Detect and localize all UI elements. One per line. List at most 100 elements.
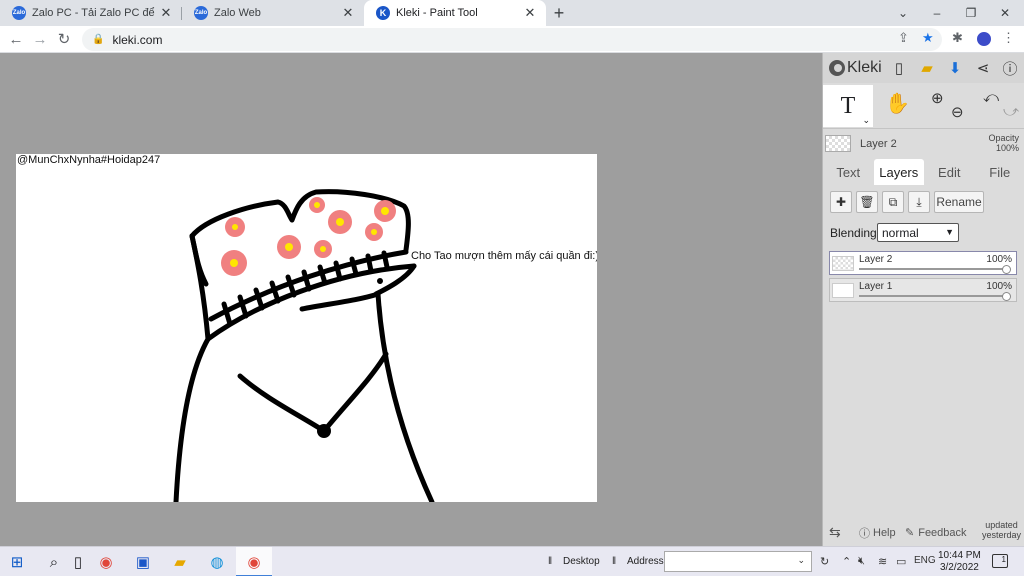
clock-date: 3/2/2022 [939, 562, 979, 573]
drawing-canvas[interactable]: @MunChxNynha#Hoidap247 Cho Tao mượn thêm… [16, 154, 597, 502]
task-view-icon[interactable]: ▯ [67, 551, 89, 573]
bookmark-star-icon[interactable]: ★ [922, 30, 934, 46]
layer-opacity-slider[interactable] [859, 268, 1007, 270]
new-image-icon[interactable]: ▯ [889, 58, 909, 78]
delete-layer-button[interactable]: 🗑 [856, 191, 878, 213]
help-button[interactable]: ⓘ Help [859, 525, 896, 541]
open-folder-icon[interactable]: ▰ [917, 58, 937, 78]
help-label: Help [873, 526, 896, 539]
share-icon[interactable]: ⋖ [973, 58, 993, 78]
layer-row-2[interactable]: Layer 2 100% [829, 251, 1017, 275]
feedback-label: Feedback [918, 526, 967, 539]
close-icon[interactable]: ✕ [158, 5, 174, 21]
tab-kleki[interactable]: K Kleki - Paint Tool ✕ [364, 0, 546, 26]
extensions-icon[interactable]: ✱ [952, 30, 963, 46]
layer-opacity: 100% [986, 254, 1012, 265]
zalo-favicon-icon: Zalo [12, 6, 26, 20]
clock[interactable]: 10:44 PM 3/2/2022 [938, 550, 981, 574]
address-bar[interactable]: 🔒 kleki.com [82, 28, 942, 51]
language-indicator[interactable]: ENG [914, 555, 936, 566]
feedback-icon: ✎ [905, 527, 915, 539]
forward-arrow-icon[interactable]: → [29, 28, 51, 50]
close-icon[interactable]: ✕ [522, 5, 538, 21]
rename-button[interactable]: Rename [934, 191, 984, 213]
close-icon[interactable]: ✕ [340, 5, 356, 21]
duplicate-layer-button[interactable]: ⧉ [882, 191, 904, 213]
layer-opacity: 100% [986, 281, 1012, 292]
tab-text[interactable]: Text [823, 159, 874, 185]
undo-icon[interactable]: ⤺ [983, 89, 999, 106]
tab-zalo-web[interactable]: Zalo Zalo Web ✕ [182, 0, 364, 26]
windows-taskbar: ⊞ ⌕ ▯ ◉ ▣ ▰ ◍ ◉ ‖ Desktop ‖ Address ⌄ ↻ … [0, 546, 1024, 576]
blending-select[interactable]: normal ▼ [877, 223, 959, 242]
notification-icon[interactable]: 1 [992, 554, 1008, 568]
share-icon[interactable]: ⇪ [898, 30, 909, 46]
text-tool-glyph: T [840, 92, 856, 119]
blending-value: normal [882, 225, 919, 240]
text-tool-button[interactable]: T ⌄ [823, 85, 873, 127]
battery-icon[interactable]: ▭ [896, 555, 906, 568]
merge-layer-button[interactable]: ⤓ [908, 191, 930, 213]
hand-tool-icon[interactable]: ✋ [885, 91, 910, 116]
slider-handle[interactable] [1002, 292, 1011, 301]
zoom-in-icon[interactable]: ⊕ [931, 89, 944, 107]
kleki-favicon-icon: K [376, 6, 390, 20]
edge-icon[interactable]: ◍ [206, 551, 228, 573]
layer-row-1[interactable]: Layer 1 100% [829, 278, 1017, 302]
chrome-icon[interactable]: ◉ [95, 551, 117, 573]
layer-opacity-slider[interactable] [859, 295, 1007, 297]
volume-muted-icon[interactable]: 🔇︎ [858, 555, 865, 568]
kleki-logo[interactable]: Kleki [829, 59, 882, 77]
watermark-text: @MunChxNynha#Hoidap247 [17, 154, 161, 166]
search-icon[interactable]: ⌕ [43, 551, 65, 573]
feedback-button[interactable]: ✎ Feedback [905, 526, 967, 540]
current-layer-opacity: Opacity 100% [988, 133, 1019, 153]
canvas-workspace[interactable]: @MunChxNynha#Hoidap247 Cho Tao mượn thêm… [0, 53, 822, 546]
layer-thumbnail [832, 256, 854, 271]
tab-zalo-pc[interactable]: Zalo Zalo PC - Tải Zalo PC để làm việc ✕ [0, 0, 182, 26]
layer-name: Layer 2 [859, 254, 893, 265]
tab-edit[interactable]: Edit [924, 159, 975, 185]
kleki-logo-icon [829, 60, 845, 76]
taskbar-address-input[interactable]: ⌄ [664, 551, 812, 572]
swap-sides-icon[interactable]: ⇆ [829, 524, 841, 541]
chevron-up-icon[interactable]: ⌃ [842, 555, 851, 568]
slider-handle[interactable] [1002, 265, 1011, 274]
add-layer-button[interactable]: ✚ [830, 191, 852, 213]
store-icon[interactable]: ▣ [132, 551, 154, 573]
redo-icon[interactable]: ⤻ [1003, 103, 1019, 120]
file-explorer-icon[interactable]: ▰ [169, 551, 191, 573]
url-text: kleki.com [112, 32, 163, 47]
reload-icon[interactable]: ↻ [53, 28, 75, 50]
current-layer-name: Layer 2 [860, 138, 897, 150]
opacity-label: Opacity [988, 133, 1019, 143]
tab-search-button[interactable]: ⌄ [886, 0, 920, 26]
chevron-down-icon[interactable]: ⌄ [797, 555, 805, 566]
help-icon[interactable]: ⓘ [1000, 58, 1020, 78]
wifi-icon[interactable]: ≋ [878, 555, 887, 568]
back-arrow-icon[interactable]: ← [5, 28, 27, 50]
opacity-value: 100% [995, 143, 1019, 153]
tab-layers[interactable]: Layers [873, 159, 924, 185]
minimize-button[interactable]: – [920, 0, 954, 26]
updated-line: updated [985, 520, 1018, 530]
browser-tab-strip: Zalo Zalo PC - Tải Zalo PC để làm việc ✕… [0, 0, 1024, 26]
current-layer-header: Layer 2 Opacity 100% [823, 130, 1024, 158]
chevron-down-icon: ▼ [945, 227, 954, 237]
refresh-icon[interactable]: ↻ [820, 555, 829, 568]
zoom-out-icon[interactable]: ⊖ [951, 103, 964, 121]
windows-start-icon[interactable]: ⊞ [6, 551, 28, 573]
profile-avatar-icon[interactable] [976, 31, 992, 47]
tab-file[interactable]: File [975, 159, 1024, 185]
close-window-button[interactable]: ✕ [988, 0, 1022, 26]
restore-button[interactable]: ❐ [954, 0, 988, 26]
chevron-down-icon[interactable]: ⌄ [862, 115, 870, 126]
tab-title: Zalo PC - Tải Zalo PC để làm việc [32, 7, 158, 19]
desktop-toolbar-label[interactable]: Desktop [563, 556, 600, 567]
help-icon: ⓘ [859, 527, 870, 540]
new-tab-button[interactable]: + [546, 0, 572, 26]
layer-thumbnail [832, 283, 854, 298]
download-icon[interactable]: ⬇ [945, 58, 965, 78]
chrome-active-icon[interactable]: ◉ [243, 551, 265, 573]
menu-kebab-icon[interactable]: ⋮ [1002, 30, 1015, 46]
